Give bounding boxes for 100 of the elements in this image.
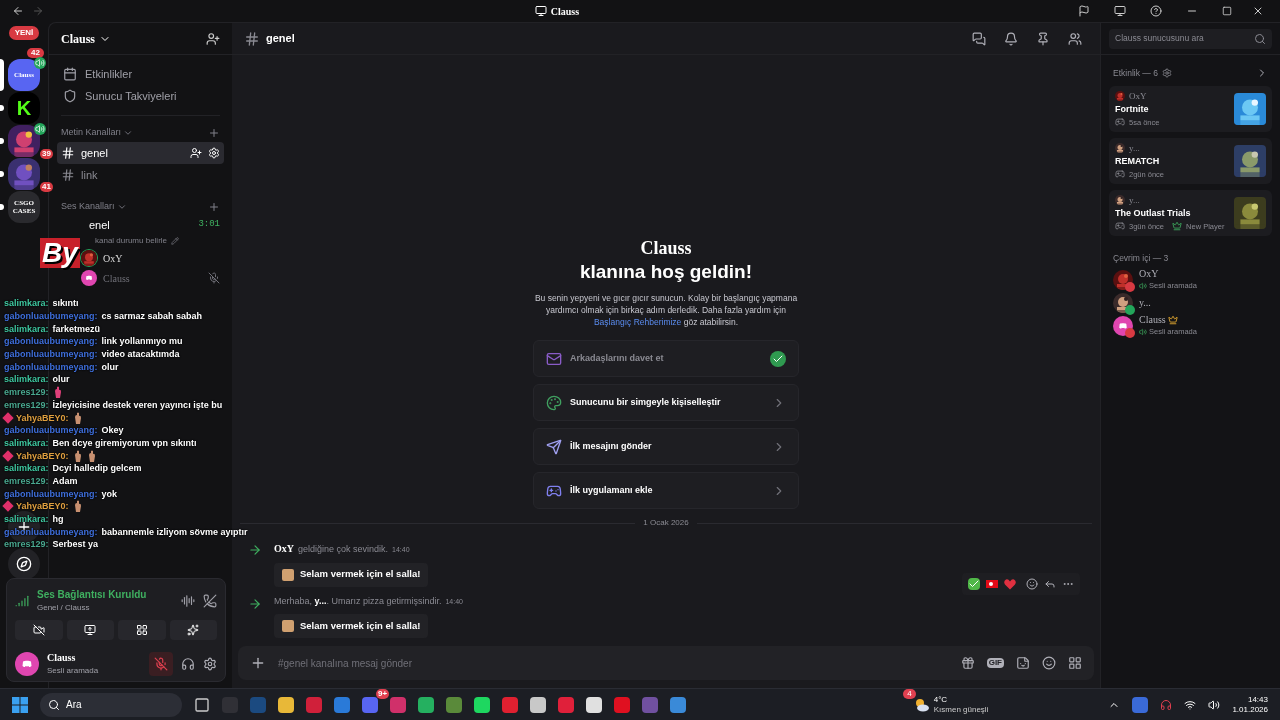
check-reaction-icon[interactable] [968, 577, 980, 590]
wifi-icon[interactable] [1184, 698, 1197, 711]
add-channel-icon[interactable] [208, 127, 220, 139]
new-badge[interactable]: YENİ [8, 26, 40, 40]
gif-button[interactable]: GIF [986, 658, 1004, 668]
category-name[interactable]: Metin Kanalları [61, 126, 122, 140]
user-status: Sesli aramada [47, 665, 100, 677]
camera-off-icon [32, 624, 45, 636]
channel-name: genel [81, 145, 109, 161]
wave-button[interactable]: Selam vermek için el salla! [274, 562, 429, 587]
soundboard-button[interactable] [169, 620, 217, 640]
shield-icon [63, 89, 77, 103]
setup-step[interactable]: Sunucunu bir simgeyle kişiselleştir [533, 384, 799, 421]
bell-icon[interactable] [1004, 31, 1018, 46]
setup-step[interactable]: İlk mesajını gönder [533, 428, 799, 465]
taskbar-search[interactable]: Ara [40, 692, 182, 717]
heart-reaction-icon[interactable] [1004, 577, 1016, 590]
hash-icon [61, 146, 75, 160]
voice-location[interactable]: Genel / Clauss [37, 602, 173, 614]
activities-button[interactable] [118, 620, 166, 640]
server-name[interactable]: Clauss [61, 29, 111, 48]
user-name[interactable]: OxY [274, 541, 294, 556]
chat-username: gabonluaubumeyang: [4, 310, 98, 323]
task-view-icon[interactable] [194, 696, 210, 713]
windows-start-icon[interactable] [12, 696, 28, 713]
channel-item[interactable]: link [57, 164, 224, 186]
sidebar-link[interactable]: Etkinlikler [57, 63, 224, 85]
settings-icon[interactable] [203, 656, 217, 671]
flag-reaction-icon[interactable] [986, 579, 998, 588]
message-composer[interactable]: #genel kanalına mesaj gönder GIF [238, 646, 1094, 680]
game-title: REMATCH [1115, 155, 1161, 169]
weather-icon[interactable] [913, 696, 930, 713]
chat-message: link yollanmıyo mu [101, 335, 183, 348]
wave-button[interactable]: Selam vermek için el salla! [274, 614, 429, 638]
invite-icon[interactable] [190, 147, 202, 159]
channel-status-hint[interactable]: kanal durumu belirle [95, 235, 168, 247]
voice-member-name[interactable]: Clauss [103, 270, 202, 286]
chat-username: YahyaBEY0: [16, 411, 69, 424]
emoji-icon[interactable] [1042, 656, 1056, 670]
weather-text: Kısmen güneşli [933, 704, 989, 715]
chevron-icon[interactable] [116, 202, 127, 212]
chat-message: video atacaktımda [101, 348, 180, 361]
chat-username: salimkara: [4, 297, 49, 310]
guide-link[interactable]: Başlangıç Rehberimize [593, 317, 682, 327]
noise-suppression-icon[interactable] [181, 593, 195, 608]
sticker-icon[interactable] [1016, 656, 1030, 670]
threads-icon[interactable] [972, 31, 986, 46]
invite-icon[interactable] [206, 31, 220, 46]
paper-plane-icon [546, 438, 562, 455]
chat-message: yok [101, 487, 118, 500]
voice-member-name[interactable]: OxY [103, 250, 220, 266]
emoji-icon[interactable] [1026, 577, 1038, 590]
add-channel-icon[interactable] [208, 201, 220, 213]
explore-icon[interactable] [8, 548, 40, 580]
help-icon[interactable] [1150, 5, 1162, 17]
mic-tray-icon[interactable] [1160, 698, 1173, 711]
mic-off-icon [154, 656, 168, 671]
avatar [15, 651, 39, 676]
close-icon[interactable] [1252, 5, 1264, 17]
search-field[interactable]: Clauss sunucusunu ara [1109, 28, 1272, 49]
chat-username: YahyaBEY0: [16, 449, 69, 462]
setup-step[interactable]: Arkadaşlarını davet et [533, 340, 799, 377]
maximize-icon[interactable] [1222, 6, 1232, 16]
channel-item[interactable]: genel [57, 142, 224, 164]
apps-icon[interactable] [1068, 656, 1082, 670]
category-name[interactable]: Ses Kanalları [61, 200, 115, 214]
mic-button[interactable] [149, 651, 173, 676]
screen-share-button[interactable] [66, 620, 114, 640]
flag-icon[interactable] [1078, 5, 1090, 17]
server-icon[interactable]: K [8, 92, 40, 124]
clock-time[interactable]: 14:43 [1247, 694, 1268, 705]
game-title: The Outlast Trials [1115, 207, 1192, 221]
chat-message: olur [52, 373, 70, 386]
setup-step[interactable]: İlk uygulamanı ekle [533, 472, 799, 509]
camera-button[interactable] [15, 620, 63, 640]
mailbox-icon [546, 350, 562, 367]
gift-icon[interactable] [960, 656, 975, 670]
chat-message: olur [101, 360, 119, 373]
volume-icon[interactable] [1208, 698, 1221, 711]
wave-sticker-icon [282, 568, 294, 581]
chat-message: Dcyi halledip gelcem [52, 462, 142, 475]
sidebar-link[interactable]: Sunucu Takviyeleri [57, 85, 224, 107]
activity-user: OxY [1129, 89, 1147, 103]
channel-title: genel [266, 31, 296, 47]
voice-channel-name[interactable]: enel [89, 216, 110, 234]
message-input[interactable]: #genel kanalına mesaj gönder [278, 655, 949, 671]
disconnect-icon[interactable] [203, 593, 217, 608]
back-icon[interactable] [12, 5, 24, 17]
member-item[interactable]: y... [1109, 291, 1272, 315]
screen-icon[interactable] [1114, 5, 1126, 17]
chat-message: Adam [52, 474, 78, 487]
chat-username: salimkara: [4, 513, 49, 526]
attach-icon[interactable] [250, 655, 266, 671]
members-icon[interactable] [1068, 31, 1082, 46]
chevron-icon[interactable] [123, 128, 134, 138]
headphones-icon[interactable] [181, 656, 195, 671]
pin-icon[interactable] [1036, 31, 1050, 46]
chat-message: farketmezü [52, 322, 101, 335]
temperature: 4°C [933, 694, 949, 705]
clock-date[interactable]: 1.01.2026 [1232, 704, 1268, 715]
